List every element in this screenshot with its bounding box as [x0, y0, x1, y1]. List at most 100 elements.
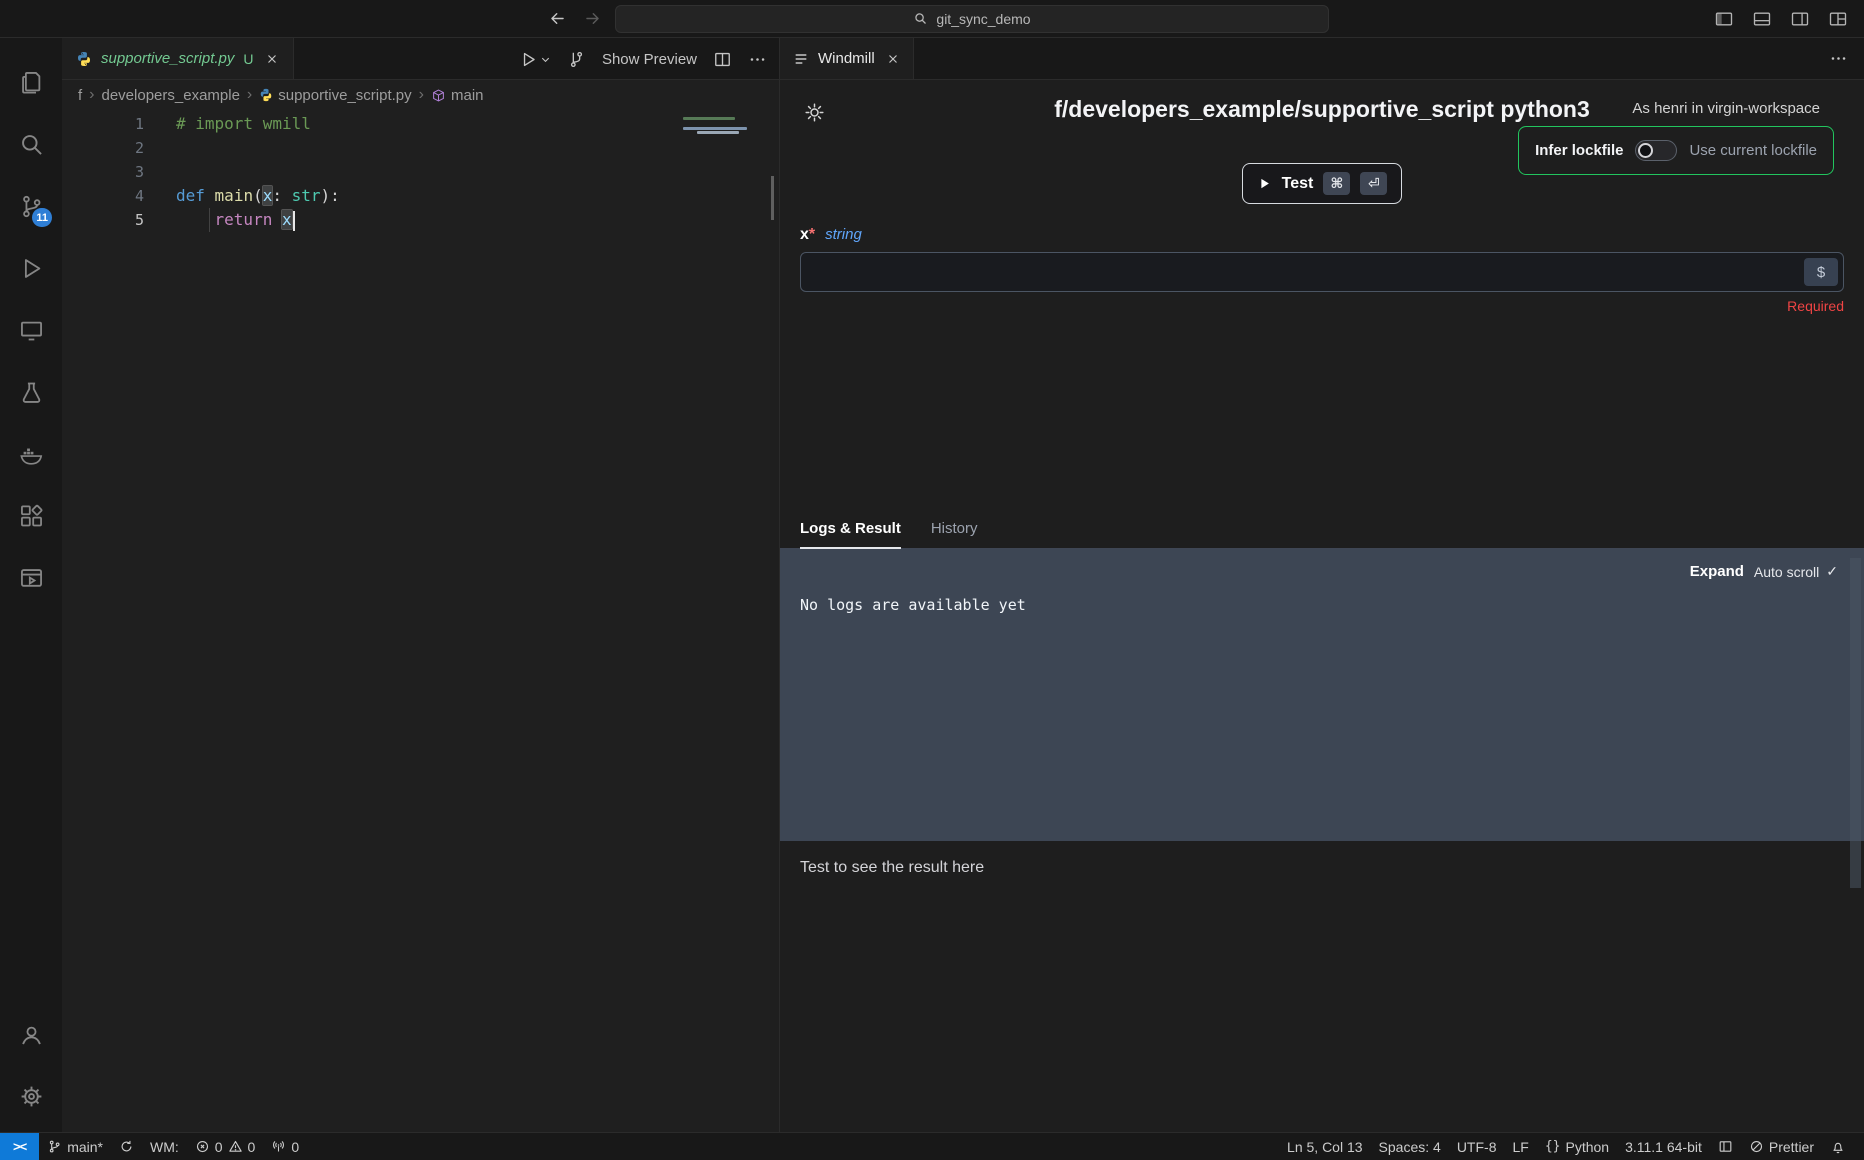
back-icon[interactable] — [548, 9, 567, 28]
infer-lockfile-toggle[interactable] — [1635, 140, 1677, 161]
activity-bar: 11 — [0, 38, 62, 1132]
remote-indicator[interactable]: >< — [0, 1133, 39, 1160]
braces-icon: {} — [1545, 1139, 1561, 1154]
status-bar-right: Ln 5, Col 13 Spaces: 4 UTF-8 LF {} Pytho… — [1279, 1133, 1864, 1160]
compare-changes-icon[interactable] — [567, 50, 586, 69]
search-sidebar-icon[interactable] — [7, 118, 55, 170]
testing-beaker-icon[interactable] — [7, 366, 55, 418]
enter-key-icon: ⏎ — [1360, 172, 1387, 195]
title-bar: git_sync_demo — [0, 0, 1864, 38]
windmill-panel: Windmill f/developers_example/supportive… — [780, 38, 1864, 1132]
run-and-debug-icon[interactable] — [7, 242, 55, 294]
run-python-file-button[interactable] — [519, 50, 551, 69]
scrollbar-thumb[interactable] — [771, 176, 774, 220]
prettier-status[interactable]: Prettier — [1741, 1133, 1822, 1160]
accounts-icon[interactable] — [7, 1008, 55, 1060]
breadcrumb-file[interactable]: supportive_script.py — [259, 87, 411, 104]
editor-group: supportive_script.py U Show Preview — [62, 38, 780, 1132]
panel-more-actions-icon[interactable] — [1829, 38, 1864, 79]
breadcrumb-folder[interactable]: developers_example — [102, 87, 240, 104]
python-file-icon — [259, 88, 273, 102]
tab-logs-result[interactable]: Logs & Result — [800, 520, 901, 549]
ports-status[interactable]: 0 — [263, 1133, 307, 1160]
expand-button[interactable]: Expand — [1690, 563, 1744, 580]
remote-explorer-icon[interactable] — [7, 304, 55, 356]
source-control-icon[interactable]: 11 — [7, 180, 55, 232]
docker-icon[interactable] — [7, 428, 55, 480]
tab-label: supportive_script.py — [101, 50, 234, 67]
explorer-icon[interactable] — [7, 56, 55, 108]
infer-lockfile-label: Infer lockfile — [1535, 142, 1623, 159]
code-line-def: def main(x: str): — [176, 184, 340, 208]
minimap[interactable] — [675, 114, 761, 234]
windmill-tab-label: Windmill — [818, 50, 875, 67]
toggle-knob — [1638, 143, 1653, 158]
word-highlight-x: x — [263, 186, 273, 205]
test-button[interactable]: Test ⌘ ⏎ — [1242, 163, 1403, 204]
lockfile-options-box: Infer lockfile Use current lockfile — [1518, 126, 1834, 175]
settings-gear-icon[interactable] — [7, 1070, 55, 1122]
python-file-icon — [76, 51, 92, 67]
word-highlight-x: x — [282, 210, 292, 229]
editor-actions: Show Preview — [519, 38, 767, 80]
more-actions-icon[interactable] — [748, 50, 767, 69]
line-number-active: 5 — [62, 208, 176, 232]
split-editor-icon[interactable] — [713, 50, 732, 69]
close-tab-icon[interactable] — [886, 52, 900, 66]
workspace-context: As henri in virgin-workspace — [1632, 100, 1820, 117]
line-number: 3 — [62, 160, 176, 184]
windmill-header: f/developers_example/supportive_script p… — [800, 80, 1844, 123]
list-icon — [793, 51, 809, 67]
logs-toolbar: Expand Auto scroll ✓ — [800, 563, 1838, 580]
run-dropdown-chevron-icon — [540, 54, 551, 65]
indentation-status[interactable]: Spaces: 4 — [1371, 1133, 1449, 1160]
warning-icon — [228, 1139, 243, 1154]
arg-x-input[interactable] — [801, 253, 1843, 291]
editor-layout-status[interactable] — [1710, 1133, 1741, 1160]
indent-guide — [209, 208, 210, 232]
problems-status[interactable]: 0 0 — [187, 1133, 264, 1160]
tab-windmill[interactable]: Windmill — [780, 38, 914, 79]
live-preview-icon[interactable] — [7, 552, 55, 604]
search-icon — [913, 11, 928, 26]
close-tab-icon[interactable] — [265, 52, 279, 66]
branch-icon — [47, 1139, 62, 1154]
search-value: git_sync_demo — [936, 11, 1030, 27]
sync-changes-button[interactable] — [111, 1133, 142, 1160]
encoding-status[interactable]: UTF-8 — [1449, 1133, 1505, 1160]
tab-history[interactable]: History — [931, 520, 978, 548]
customize-layout-icon[interactable] — [1828, 9, 1848, 29]
variable-picker-button[interactable]: $ — [1804, 258, 1838, 286]
show-preview-button[interactable]: Show Preview — [602, 51, 697, 68]
sync-icon — [119, 1139, 134, 1154]
logs-empty-message: No logs are available yet — [800, 596, 1838, 614]
chevron-right-icon: › — [247, 86, 252, 104]
python-interpreter[interactable]: 3.11.1 64-bit — [1617, 1133, 1710, 1160]
command-center-search[interactable]: git_sync_demo — [615, 5, 1329, 33]
line-number: 2 — [62, 136, 176, 160]
vscode-window: git_sync_demo — [0, 0, 1864, 1160]
eol-status[interactable]: LF — [1504, 1133, 1536, 1160]
breadcrumb-root[interactable]: f — [78, 87, 82, 104]
auto-scroll-toggle[interactable]: Auto scroll ✓ — [1754, 563, 1838, 580]
toggle-sidebar-right-icon[interactable] — [1790, 9, 1810, 29]
theme-sun-icon[interactable] — [804, 102, 825, 123]
notifications-bell-icon[interactable] — [1822, 1133, 1854, 1160]
scrollbar-thumb[interactable] — [1850, 558, 1861, 888]
toggle-panel-bottom-icon[interactable] — [1752, 9, 1772, 29]
extensions-icon[interactable] — [7, 490, 55, 542]
tab-supportive-script[interactable]: supportive_script.py U — [62, 38, 294, 79]
language-mode[interactable]: {} Python — [1537, 1133, 1617, 1160]
git-branch-status[interactable]: main* — [39, 1133, 111, 1160]
arg-x-input-wrap: $ — [800, 252, 1844, 292]
forward-icon[interactable] — [583, 9, 602, 28]
cursor-position[interactable]: Ln 5, Col 13 — [1279, 1133, 1371, 1160]
cmd-key-icon: ⌘ — [1323, 172, 1350, 195]
toggle-sidebar-left-icon[interactable] — [1714, 9, 1734, 29]
scm-badge: 11 — [32, 208, 52, 227]
windmill-status[interactable]: WM: — [142, 1133, 187, 1160]
code-comment: # import wmill — [176, 114, 311, 133]
code-editor[interactable]: 1 # import wmill 2 3 4 def main(x: str):… — [62, 110, 779, 1132]
main-row: 11 — [0, 38, 1864, 1132]
breadcrumb-symbol-main[interactable]: main — [431, 87, 484, 104]
